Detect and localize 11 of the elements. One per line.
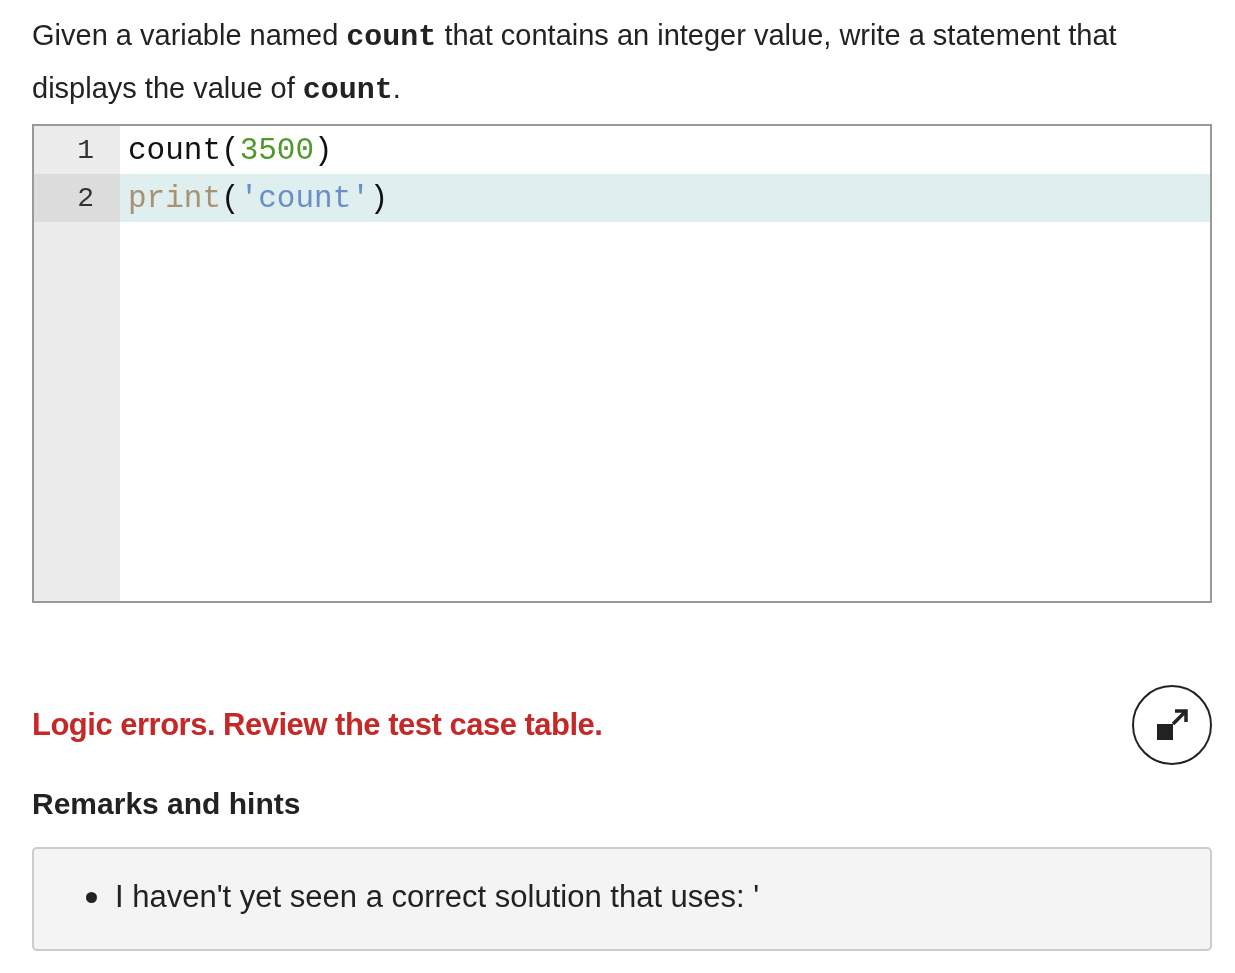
- code-editor[interactable]: 1 count(3500) 2 print('count'): [32, 124, 1212, 603]
- question-text: Given a variable named count that contains an integer value, write a statement that displays the value of count.: [32, 18, 1118, 109]
- remarks-heading: Remarks and hints: [32, 787, 302, 821]
- code-line: print('count'): [128, 180, 389, 216]
- code-line: count(3500): [128, 132, 333, 168]
- editor-line[interactable]: 1 count(3500): [34, 126, 1210, 174]
- line-number: 2: [76, 182, 95, 214]
- line-number: 1: [76, 134, 95, 166]
- hint-text: I haven't yet seen a correct solution that uses: ': [115, 879, 760, 915]
- error-message: Logic errors. Review the test case table.: [32, 707, 603, 743]
- bullet-icon: [86, 891, 97, 903]
